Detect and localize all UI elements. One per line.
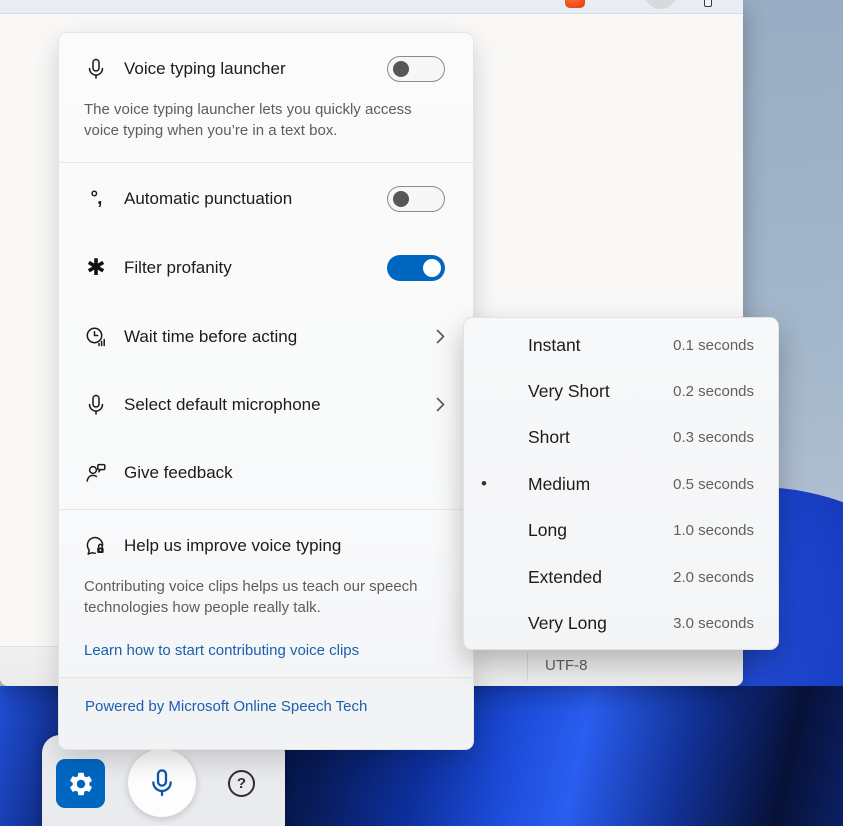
menu-item-instant[interactable]: Instant 0.1 seconds — [464, 322, 778, 368]
microphone-icon — [146, 767, 178, 799]
option-value: 2.0 seconds — [673, 569, 754, 586]
row-give-feedback[interactable]: Give feedback — [59, 449, 473, 497]
desktop: UTF-8 ? Voice typing launcher The v — [0, 0, 843, 826]
option-name: Short — [504, 427, 673, 448]
improve-description: Contributing voice clips helps us teach … — [59, 570, 473, 633]
settings-button[interactable] — [56, 759, 105, 808]
row-wait-time[interactable]: Wait time before acting — [59, 313, 473, 361]
clock-bars-icon — [83, 324, 109, 350]
microphone-button[interactable] — [128, 749, 196, 817]
encoding-label: UTF-8 — [545, 657, 588, 674]
chevron-right-icon — [436, 329, 445, 344]
wait-time-submenu: Instant 0.1 seconds Very Short 0.2 secon… — [463, 317, 779, 650]
option-value: 3.0 seconds — [673, 615, 754, 632]
avatar — [644, 0, 677, 9]
menu-item-long[interactable]: Long 1.0 seconds — [464, 508, 778, 554]
row-help-us-improve: Help us improve voice typing — [59, 522, 473, 570]
option-value: 0.1 seconds — [673, 337, 754, 354]
chevron-right-icon — [436, 397, 445, 412]
row-label: Automatic punctuation — [124, 189, 387, 209]
option-value: 0.2 seconds — [673, 383, 754, 400]
row-select-default-microphone[interactable]: Select default microphone — [59, 381, 473, 429]
row-label: Wait time before acting — [124, 327, 436, 347]
help-button[interactable]: ? — [228, 770, 255, 797]
microphone-icon — [83, 56, 109, 82]
divider — [59, 509, 473, 510]
option-name: Long — [504, 520, 673, 541]
row-label: Help us improve voice typing — [124, 536, 445, 556]
menu-item-very-long[interactable]: Very Long 3.0 seconds — [464, 600, 778, 646]
gear-icon — [67, 770, 95, 798]
background-window-titlebar — [0, 0, 743, 14]
voice-typing-launcher-toggle[interactable] — [387, 56, 445, 82]
row-label: Filter profanity — [124, 258, 387, 278]
menu-item-very-short[interactable]: Very Short 0.2 seconds — [464, 368, 778, 414]
option-value: 0.3 seconds — [673, 429, 754, 446]
asterisk-icon: ✱ — [83, 255, 109, 281]
learn-contributing-link[interactable]: Learn how to start contributing voice cl… — [59, 632, 473, 675]
row-label: Voice typing launcher — [124, 59, 387, 79]
browser-favicon-icon — [565, 0, 585, 8]
launcher-description: The voice typing launcher lets you quick… — [59, 93, 473, 156]
menu-item-medium[interactable]: • Medium 0.5 seconds — [464, 461, 778, 507]
option-name: Very Short — [504, 381, 673, 402]
row-label: Give feedback — [124, 463, 445, 483]
punctuation-icon: °, — [83, 186, 109, 212]
extension-icon — [704, 0, 712, 7]
option-name: Extended — [504, 567, 673, 588]
row-filter-profanity[interactable]: ✱ Filter profanity — [59, 244, 473, 292]
automatic-punctuation-toggle[interactable] — [387, 186, 445, 212]
microphone-icon — [83, 392, 109, 418]
flyout-footer: Powered by Microsoft Online Speech Tech — [59, 677, 473, 736]
menu-item-extended[interactable]: Extended 2.0 seconds — [464, 554, 778, 600]
question-mark-icon: ? — [237, 775, 246, 792]
divider — [59, 162, 473, 163]
powered-by-link[interactable]: Powered by Microsoft Online Speech Tech — [85, 698, 367, 715]
status-bar-divider — [527, 653, 528, 681]
option-value: 0.5 seconds — [673, 476, 754, 493]
selected-marker: • — [464, 474, 504, 494]
filter-profanity-toggle[interactable] — [387, 255, 445, 281]
row-label: Select default microphone — [124, 395, 436, 415]
row-voice-typing-launcher[interactable]: Voice typing launcher — [59, 45, 473, 93]
voice-typing-settings-flyout: Voice typing launcher The voice typing l… — [58, 32, 474, 750]
feedback-person-icon — [83, 460, 109, 486]
row-automatic-punctuation[interactable]: °, Automatic punctuation — [59, 175, 473, 223]
menu-item-short[interactable]: Short 0.3 seconds — [464, 415, 778, 461]
option-name: Very Long — [504, 613, 673, 634]
option-name: Instant — [504, 335, 673, 356]
option-name: Medium — [504, 474, 673, 495]
option-value: 1.0 seconds — [673, 522, 754, 539]
bubble-lock-icon — [83, 533, 109, 559]
